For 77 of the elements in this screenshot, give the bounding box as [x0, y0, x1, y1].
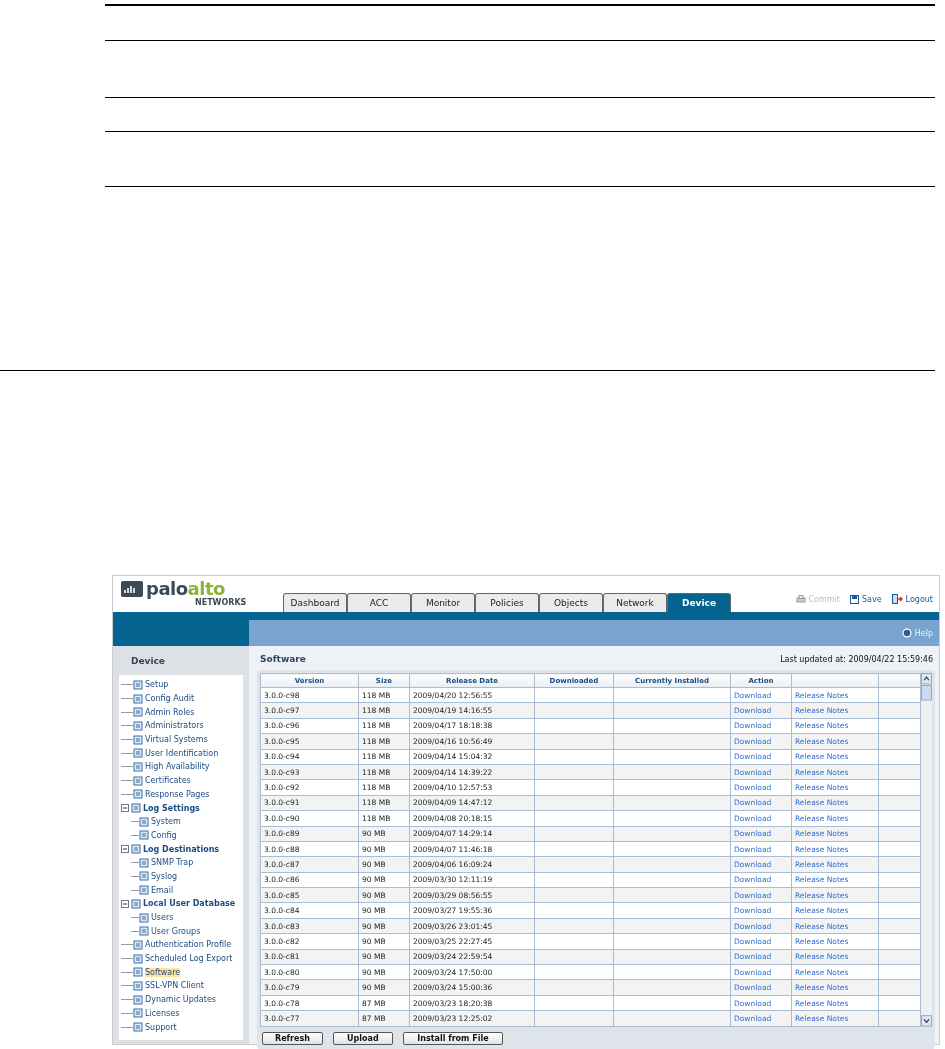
logo-tagline: NETWORKS [195, 598, 248, 607]
tree-item[interactable]: Certificates [145, 776, 191, 786]
action-button[interactable]: Upload [332, 1031, 393, 1045]
logout-button[interactable]: Logout [891, 594, 933, 604]
tree-item[interactable]: Virtual Systems [145, 735, 208, 745]
tree-item[interactable]: Setup [145, 680, 169, 690]
tree-item[interactable]: Config Audit [145, 694, 195, 704]
tree-item[interactable]: Authentication Profile [145, 940, 232, 950]
document-icon [131, 844, 141, 855]
tree-item[interactable]: Local User Database [143, 899, 236, 909]
tree-item[interactable]: High Availability [145, 762, 210, 772]
printer-icon [795, 594, 806, 604]
tree-item[interactable]: Licenses [145, 1008, 180, 1018]
tree-item[interactable]: Users [151, 913, 174, 923]
tree-item[interactable]: Email [151, 885, 174, 895]
document-icon [139, 885, 149, 896]
document-icon [139, 816, 149, 827]
save-button[interactable]: Save [849, 594, 882, 604]
nav-tab[interactable]: Objects [539, 593, 603, 612]
document-icon [133, 1008, 143, 1019]
sidebar-title: Device [130, 655, 166, 668]
document-icon [139, 871, 149, 882]
tree-item[interactable]: Software [145, 967, 181, 977]
document-icon [133, 953, 143, 964]
tree-item[interactable]: Administrators [145, 721, 204, 731]
document-icon [133, 939, 143, 950]
collapse-icon[interactable] [121, 845, 129, 854]
document-icon [133, 967, 143, 978]
document-icon [133, 994, 143, 1005]
document-icon [133, 734, 143, 745]
document-icon [133, 980, 143, 991]
document-icon [139, 926, 149, 937]
last-updated-text: Last updated at: 2009/04/22 15:59:46 [780, 655, 933, 664]
tree-item[interactable]: User Groups [151, 926, 201, 936]
action-button[interactable]: Install from File [402, 1031, 503, 1045]
nav-tab[interactable]: Policies [475, 593, 539, 612]
document-icon [139, 912, 149, 923]
tree-item[interactable]: Dynamic Updates [145, 995, 216, 1005]
help-icon [901, 628, 912, 638]
tree-item[interactable]: Config [151, 830, 177, 840]
document-icon [133, 789, 143, 800]
action-button[interactable]: Refresh [262, 1031, 323, 1045]
tree-item[interactable]: Admin Roles [145, 707, 195, 717]
document-icon [133, 720, 143, 731]
tree-item[interactable]: SSL-VPN Client [145, 981, 204, 991]
collapse-icon[interactable] [121, 804, 129, 813]
document-icon [133, 707, 143, 718]
document-icon [139, 857, 149, 868]
nav-tab[interactable]: Monitor [411, 593, 475, 612]
tree-item[interactable]: Log Settings [143, 803, 200, 813]
door-arrow-icon [891, 594, 903, 604]
nav-tab[interactable]: ACC [347, 593, 411, 612]
nav-tab[interactable]: Network [603, 593, 667, 612]
tree-item[interactable]: Log Destinations [143, 844, 220, 854]
logo-bars-icon [121, 581, 143, 597]
nav-tab[interactable]: Device [667, 593, 731, 612]
tree-item[interactable]: Syslog [151, 871, 178, 881]
document-icon [131, 898, 141, 909]
scrollbar[interactable] [921, 673, 932, 1027]
document-icon [133, 761, 143, 772]
tree-item[interactable]: System [151, 817, 181, 827]
tree-item[interactable]: SNMP Trap [151, 858, 194, 868]
nav-tab[interactable]: Dashboard [283, 593, 347, 612]
tree-item[interactable]: Support [145, 1022, 177, 1032]
logo-wordmark: paloalto [146, 580, 225, 598]
document-icon [139, 830, 149, 841]
section-title: Software [260, 654, 306, 664]
document-icon [131, 803, 141, 814]
document-icon [133, 748, 143, 759]
collapse-icon[interactable] [121, 899, 129, 908]
document-icon [133, 1022, 143, 1033]
tree-item[interactable]: User Identification [145, 748, 219, 758]
tree-item[interactable]: Response Pages [145, 789, 210, 799]
document-icon [133, 679, 143, 690]
tree-item[interactable]: Scheduled Log Export [145, 954, 233, 964]
document-icon [133, 775, 143, 786]
document-icon [133, 693, 143, 704]
